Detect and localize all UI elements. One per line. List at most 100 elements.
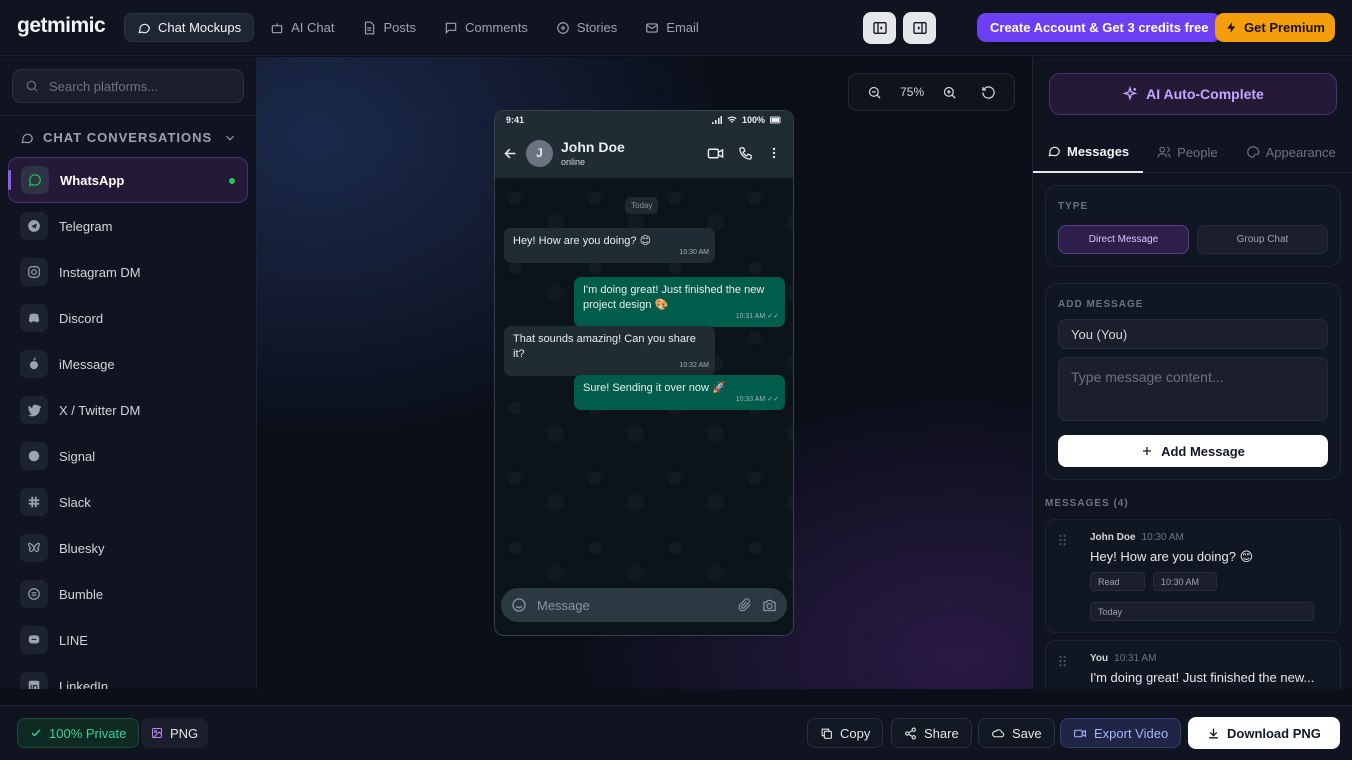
tab-appearance[interactable]: Appearance	[1232, 131, 1350, 173]
toggle-right-panel-button[interactable]	[903, 12, 936, 44]
messages-count-header: MESSAGES (4)	[1045, 498, 1129, 509]
export-video-button[interactable]: Export Video	[1060, 718, 1182, 748]
battery-level: 100%	[741, 114, 765, 125]
day-input[interactable]: Today	[1090, 602, 1314, 621]
telegram-icon	[20, 212, 48, 240]
zoom-in-button[interactable]	[937, 79, 963, 105]
sidebar-item-label: Slack	[59, 494, 91, 510]
nav-label: Posts	[383, 20, 416, 35]
nav-email[interactable]: Email	[633, 13, 711, 42]
sidebar-item-line[interactable]: LINE	[8, 617, 248, 663]
ai-auto-complete-button[interactable]: AI Auto-Complete	[1049, 73, 1337, 115]
wifi-icon	[727, 116, 737, 123]
nav-stories[interactable]: Stories	[544, 13, 629, 42]
sidebar-item-imessage[interactable]: iMessage	[8, 341, 248, 387]
message-list-item[interactable]: You 10:31 AM I'm doing great! Just finish…	[1045, 640, 1341, 689]
privacy-label: 100% Private	[49, 725, 127, 741]
copy-icon	[821, 728, 832, 739]
drag-handle-icon[interactable]	[1058, 534, 1068, 546]
search-icon	[26, 80, 38, 92]
message-bubble-outgoing[interactable]: Sure! Sending it over now 🚀 10:33 AM ✓✓	[574, 375, 785, 410]
sidebar-item-linkedin[interactable]: LinkedIn	[8, 663, 248, 689]
panel-left-icon	[872, 22, 887, 34]
add-message-card: ADD MESSAGE You (You) Type message conte…	[1045, 283, 1341, 480]
add-message-label: ADD MESSAGE	[1058, 299, 1144, 310]
search-input[interactable]	[49, 78, 229, 94]
time-input[interactable]: 10:30 AM	[1153, 572, 1217, 591]
sidebar-item-whatsapp[interactable]: WhatsApp	[8, 157, 248, 203]
group-chat-option[interactable]: Group Chat	[1197, 225, 1328, 254]
get-premium-button[interactable]: Get Premium	[1215, 13, 1335, 42]
sidebar-item-label: Bumble	[59, 586, 104, 602]
editor-tabs: Messages People Appearance	[1033, 131, 1352, 173]
message-text[interactable]: I'm doing great! Just finished the new..…	[1090, 670, 1314, 685]
message-sender: You 10:31 AM	[1090, 653, 1156, 664]
signal-icon	[20, 442, 48, 470]
lightning-icon	[1227, 22, 1236, 33]
video-call-icon[interactable]	[707, 145, 724, 162]
drag-handle-icon[interactable]	[1058, 655, 1068, 667]
sidebar-item-bumble[interactable]: Bumble	[8, 571, 248, 617]
phone-call-icon[interactable]	[738, 146, 753, 161]
share-icon	[905, 727, 916, 739]
type-card: TYPE Direct Message Group Chat	[1045, 185, 1341, 267]
sidebar-item-slack[interactable]: Slack	[8, 479, 248, 525]
message-composer[interactable]: Message	[501, 588, 787, 622]
nav-chat-mockups[interactable]: Chat Mockups	[124, 13, 255, 42]
discord-icon	[20, 304, 48, 332]
nav-posts[interactable]: Posts	[350, 13, 428, 42]
status-select[interactable]: Read	[1090, 572, 1145, 591]
check-icon	[31, 729, 41, 737]
message-bubble-incoming[interactable]: Hey! How are you doing? 😊 10:30 AM	[504, 228, 715, 263]
save-button[interactable]: Save	[978, 718, 1055, 748]
whatsapp-phone-mockup: 9:41 100% J John Doe online Today Hey! H…	[494, 110, 794, 636]
sidebar-item-label: LINE	[59, 632, 88, 648]
attachment-icon[interactable]	[738, 598, 752, 612]
message-list-item[interactable]: John Doe 10:30 AM Hey! How are you doing?…	[1045, 519, 1341, 633]
create-account-button[interactable]: Create Account & Get 3 credits free	[977, 13, 1222, 42]
platform-search[interactable]	[12, 69, 244, 103]
sidebar-item-telegram[interactable]: Telegram	[8, 203, 248, 249]
section-header-chat[interactable]: CHAT CONVERSATIONS	[0, 115, 256, 159]
chat-body: Today Hey! How are you doing? 😊 10:30 AM…	[495, 178, 793, 582]
double-check-icon: ✓✓	[767, 313, 779, 320]
share-button[interactable]: Share	[891, 718, 972, 748]
whatsapp-icon	[21, 166, 49, 194]
message-bubble-incoming[interactable]: That sounds amazing! Can you share it? 1…	[504, 326, 715, 376]
butterfly-icon	[20, 534, 48, 562]
reset-zoom-button[interactable]	[976, 79, 1002, 105]
tab-people[interactable]: People	[1143, 131, 1231, 173]
sidebar-item-discord[interactable]: Discord	[8, 295, 248, 341]
toggle-left-panel-button[interactable]	[863, 12, 896, 44]
sidebar-item-signal[interactable]: Signal	[8, 433, 248, 479]
contact-info[interactable]: John Doe online	[561, 139, 625, 167]
sidebar-item-instagram[interactable]: Instagram DM	[8, 249, 248, 295]
direct-message-option[interactable]: Direct Message	[1058, 225, 1189, 254]
ai-button-label: AI Auto-Complete	[1146, 86, 1264, 102]
sparkles-icon	[1122, 86, 1138, 101]
message-bubble-outgoing[interactable]: I'm doing great! Just finished the new p…	[574, 277, 785, 327]
message-text[interactable]: Hey! How are you doing? 😊	[1090, 549, 1253, 565]
app-logo[interactable]: getmimic	[17, 14, 106, 38]
nav-ai-chat[interactable]: AI Chat	[258, 13, 346, 42]
nav-comments[interactable]: Comments	[432, 13, 540, 42]
more-vertical-icon[interactable]	[767, 146, 781, 160]
emoji-icon[interactable]	[511, 597, 527, 613]
composer-placeholder: Message	[537, 597, 590, 613]
avatar[interactable]: J	[526, 139, 553, 167]
format-badge[interactable]: PNG	[141, 718, 209, 748]
copy-button[interactable]: Copy	[807, 718, 884, 748]
download-png-button[interactable]: Download PNG	[1188, 717, 1340, 749]
instagram-icon	[20, 258, 48, 286]
message-content-input[interactable]: Type message content...	[1058, 357, 1328, 421]
zoom-out-button[interactable]	[861, 79, 887, 105]
camera-icon[interactable]	[762, 598, 777, 613]
premium-label: Get Premium	[1244, 20, 1325, 35]
sender-select[interactable]: You (You)	[1058, 319, 1328, 349]
sidebar-item-bluesky[interactable]: Bluesky	[8, 525, 248, 571]
tab-messages[interactable]: Messages	[1033, 131, 1144, 173]
time-text: 10:33 AM	[735, 396, 766, 403]
back-arrow-icon[interactable]	[503, 146, 518, 161]
add-message-button[interactable]: Add Message	[1058, 435, 1328, 467]
sidebar-item-twitter[interactable]: X / Twitter DM	[8, 387, 248, 433]
